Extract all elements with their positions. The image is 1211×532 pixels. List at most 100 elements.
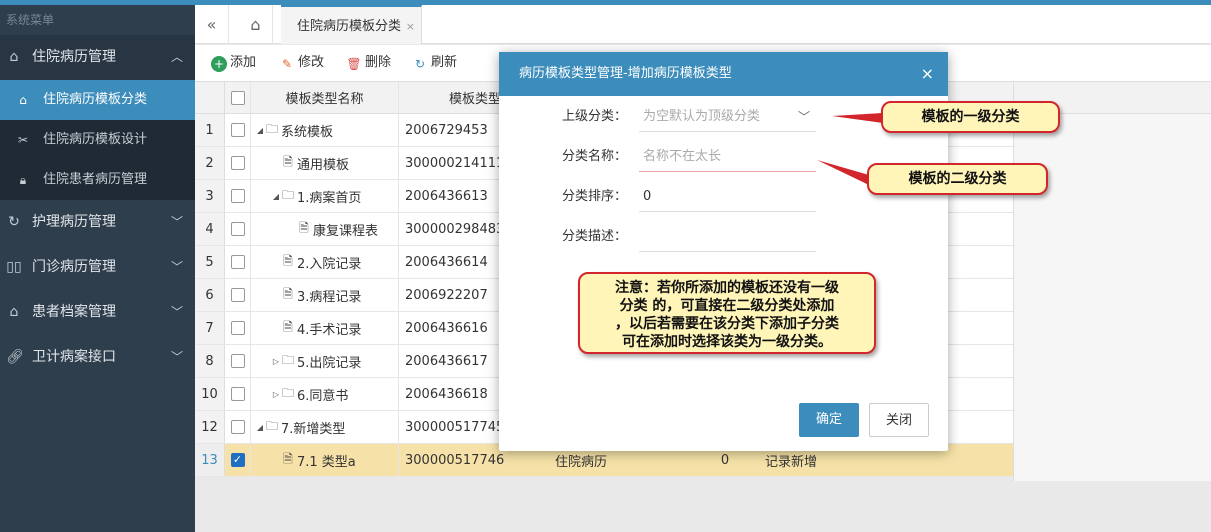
row-select-cell xyxy=(225,147,251,179)
home-icon: ⌂ xyxy=(9,49,19,65)
tree-collapse-icon[interactable]: ◢ xyxy=(255,126,265,135)
tree-collapse-icon[interactable]: ◢ xyxy=(271,192,281,201)
close-icon[interactable]: × xyxy=(406,7,415,46)
tools-icon: ✂ xyxy=(17,133,29,147)
sidebar-group-outpatient[interactable]: ▯▯ 门诊病历管理 ﹀ xyxy=(0,245,195,290)
close-button[interactable]: 关闭 xyxy=(869,403,929,437)
delete-button[interactable]: 🗑︎ 删除 xyxy=(346,45,391,81)
parent-category-select[interactable]: 为空默认为顶级分类 ﹀ xyxy=(639,102,816,132)
sidebar-item-template-design[interactable]: ✂ 住院病历模板设计 xyxy=(0,120,195,160)
trash-icon: 🗑︎ xyxy=(346,57,362,71)
tab-bar: « ⌂ 住院病历模板分类 × xyxy=(195,5,1211,44)
name-text: 1.病案首页 xyxy=(297,190,362,206)
select-all-checkbox[interactable] xyxy=(230,90,245,105)
sidebar-item-patient-records[interactable]: 🔒︎ 住院患者病历管理 xyxy=(0,160,195,200)
parent-placeholder: 为空默认为顶级分类 xyxy=(643,109,761,124)
row-checkbox[interactable] xyxy=(230,387,245,401)
row-checkbox[interactable] xyxy=(230,321,245,335)
rownum-header xyxy=(195,82,225,113)
tree-expand-icon[interactable]: ▷ xyxy=(271,357,281,366)
name-text: 6.同意书 xyxy=(297,388,349,404)
sidebar-system-label: 系统菜单 xyxy=(6,13,55,27)
row-number: 4 xyxy=(195,213,225,245)
row-select-cell xyxy=(225,312,251,344)
row-checkbox[interactable] xyxy=(230,255,245,269)
sidebar-submenu: ⌂ 住院病历模板分类 ✂ 住院病历模板设计 🔒︎ 住院患者病历管理 xyxy=(0,80,195,200)
row-number: 3 xyxy=(195,180,225,212)
plus-icon: + xyxy=(211,56,227,72)
row-number: 7 xyxy=(195,312,225,344)
row-checkbox[interactable] xyxy=(230,420,245,434)
row-checkbox[interactable] xyxy=(230,189,245,203)
confirm-button[interactable]: 确定 xyxy=(799,403,859,437)
tree-expand-icon[interactable]: ▷ xyxy=(271,390,281,399)
collapse-sidebar-button[interactable]: « xyxy=(195,5,229,44)
row-number: 5 xyxy=(195,246,225,278)
home-tab-button[interactable]: ⌂ xyxy=(239,5,273,44)
row-checkbox[interactable] xyxy=(230,354,245,368)
refresh-button[interactable]: ↻ 刷新 xyxy=(412,45,457,81)
book-icon: ▯▯ xyxy=(6,259,22,275)
name-cell: 🗎︎ 4.手术记录 xyxy=(251,312,399,344)
row-number: 1 xyxy=(195,114,225,146)
chevron-down-icon: ﹀ xyxy=(170,260,183,274)
sidebar-group-label: 门诊病历管理 xyxy=(32,259,116,275)
sort-label: 分类排序： xyxy=(561,189,627,204)
row-select-cell xyxy=(225,411,251,443)
row-select-cell xyxy=(225,378,251,410)
name-text: 7.1 类型a xyxy=(297,454,356,470)
row-checkbox[interactable] xyxy=(230,288,245,302)
chevron-down-icon: ﹀ xyxy=(170,350,183,364)
name-text: 康复课程表 xyxy=(313,223,379,239)
sidebar-item-template-category[interactable]: ⌂ 住院病历模板分类 xyxy=(0,80,195,120)
document-icon: 🗎︎ xyxy=(283,253,293,268)
header-name[interactable]: 模板类型名称 xyxy=(251,82,399,113)
sidebar-group-inpatient[interactable]: ⌂ 住院病历管理 ︿ xyxy=(0,35,195,80)
note-line: 注意：若你所添加的模板还没有一级 xyxy=(615,280,839,296)
refresh-icon: ↻ xyxy=(8,214,20,230)
sidebar-item-label: 住院病历模板设计 xyxy=(43,132,148,147)
add-button[interactable]: + 添加 xyxy=(211,45,256,81)
sidebar-group-nursing[interactable]: ↻ 护理病历管理 ﹀ xyxy=(0,200,195,245)
tree-collapse-icon[interactable]: ◢ xyxy=(255,423,265,432)
name-cell: ▷ 🗀︎ 6.同意书 xyxy=(251,378,399,410)
folder-icon: 🗀︎ xyxy=(265,418,278,433)
dialog-title: 病历模板类型管理-增加病历模板类型 xyxy=(519,66,732,81)
row-checkbox[interactable]: ✓ xyxy=(230,453,245,467)
close-icon[interactable]: × xyxy=(921,52,934,96)
name-cell: 🗎︎ 7.1 类型a xyxy=(251,444,399,476)
category-desc-input[interactable] xyxy=(639,222,816,252)
select-all-cell xyxy=(225,82,251,113)
home-icon: ⌂ xyxy=(9,304,19,320)
document-icon: 🗎︎ xyxy=(283,154,293,169)
edit-button[interactable]: ✎ 修改 xyxy=(279,45,324,81)
row-select-cell xyxy=(225,180,251,212)
row-checkbox[interactable] xyxy=(230,123,245,137)
chevron-up-icon: ︿ xyxy=(170,50,183,64)
sidebar-group-interface[interactable]: 🔗︎ 卫计病案接口 ﹀ xyxy=(0,335,195,380)
row-checkbox[interactable] xyxy=(230,222,245,236)
category-name-input[interactable]: 名称不在太长 xyxy=(639,142,816,172)
sidebar: 系统菜单 ⌂ 住院病历管理 ︿ ⌂ 住院病历模板分类 ✂ 住院病历模板设计 🔒︎… xyxy=(0,5,195,532)
row-select-cell xyxy=(225,279,251,311)
name-cell: ◢ 🗀︎ 7.新增类型 xyxy=(251,411,399,443)
refresh-icon: ↻ xyxy=(414,57,426,71)
refresh-label: 刷新 xyxy=(431,55,458,70)
document-icon: 🗎︎ xyxy=(283,286,293,301)
document-icon: 🗎︎ xyxy=(283,319,293,334)
name-text: 5.出院记录 xyxy=(297,355,362,371)
row-checkbox[interactable] xyxy=(230,156,245,170)
desc-label: 分类描述： xyxy=(561,229,627,244)
sidebar-group-archives[interactable]: ⌂ 患者档案管理 ﹀ xyxy=(0,290,195,335)
name-text: 通用模板 xyxy=(297,157,350,173)
sidebar-item-label: 住院病历模板分类 xyxy=(43,92,148,107)
home-icon: ⌂ xyxy=(250,15,261,34)
row-number: 8 xyxy=(195,345,225,377)
callout-second-level: 模板的二级分类 xyxy=(867,163,1048,195)
row-number: 6 xyxy=(195,279,225,311)
lock-icon: 🔒︎ xyxy=(19,173,27,187)
tab-template-category[interactable]: 住院病历模板分类 × xyxy=(281,5,423,46)
row-select-cell xyxy=(225,246,251,278)
category-sort-input[interactable]: 0 xyxy=(639,182,816,212)
row-select-cell xyxy=(225,345,251,377)
